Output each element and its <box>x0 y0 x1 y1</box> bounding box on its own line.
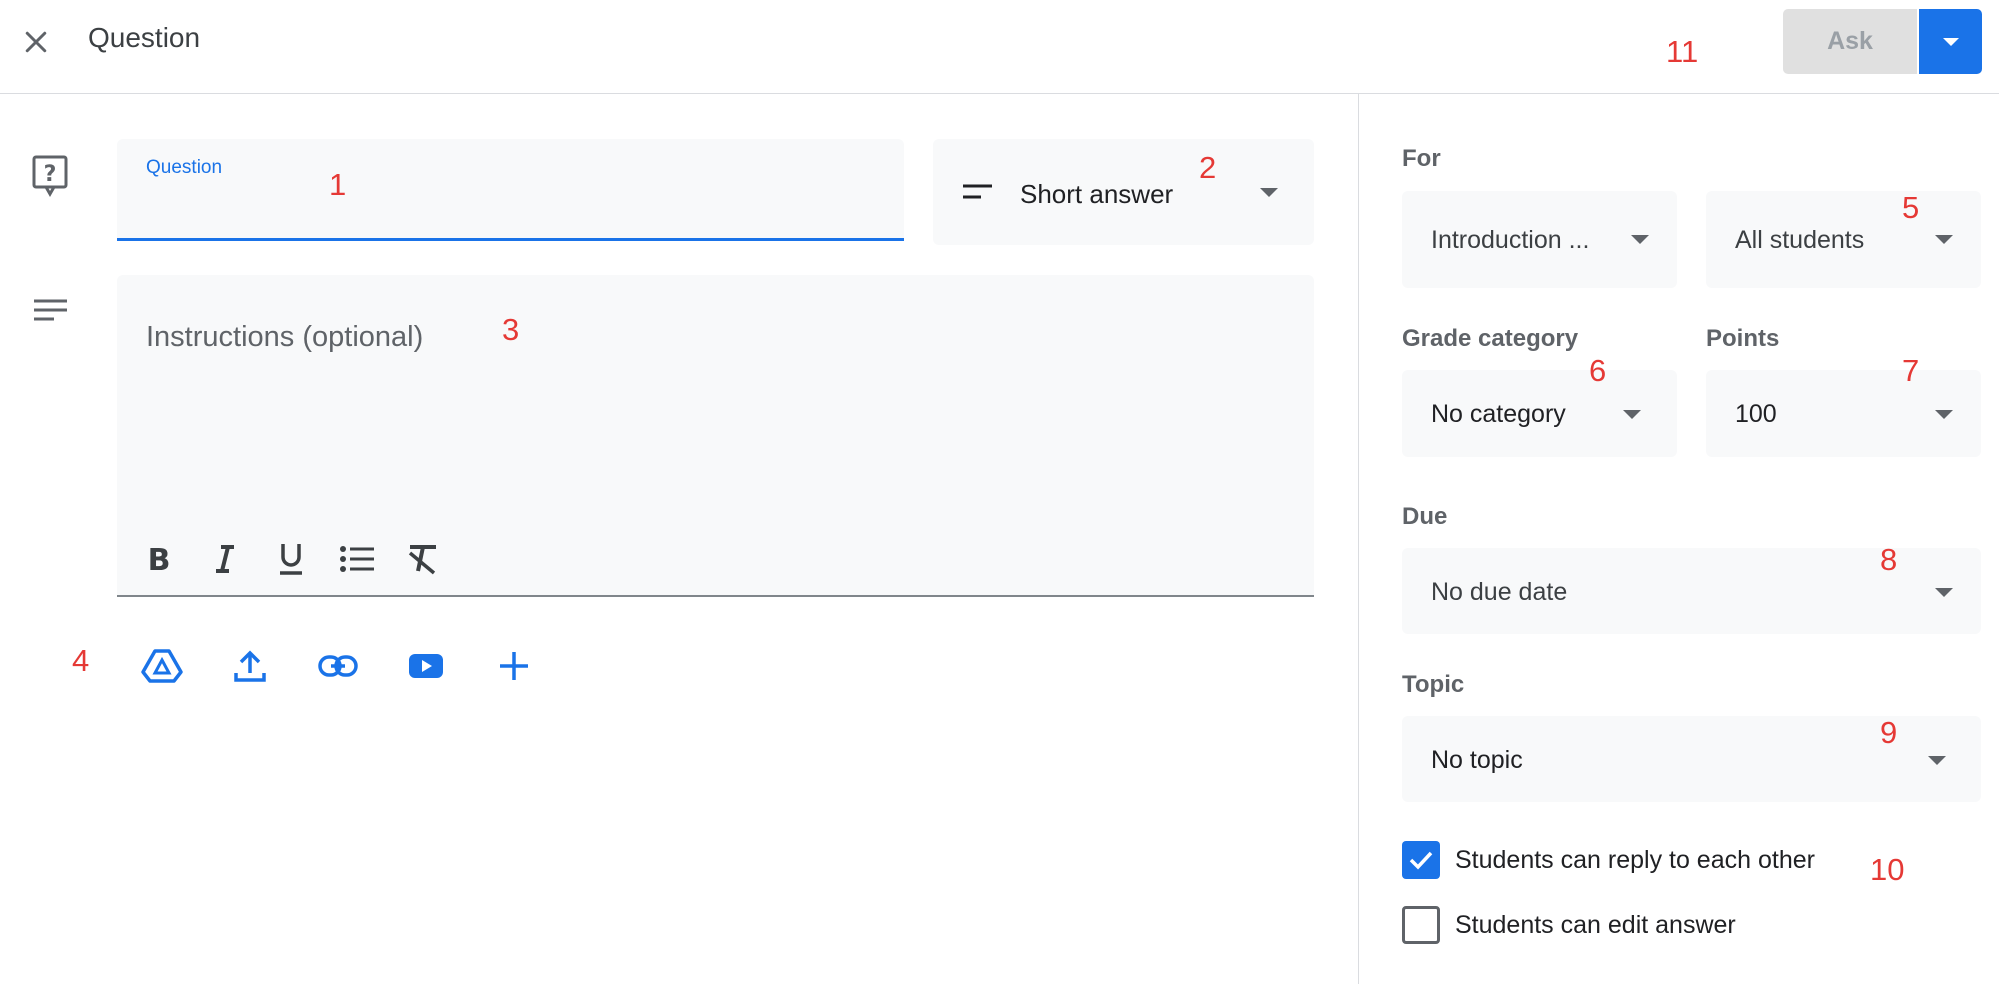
underline-icon <box>280 544 302 575</box>
question-label: Question <box>146 157 223 178</box>
italic-icon <box>216 545 234 573</box>
bold-icon: B <box>148 544 171 574</box>
question-icon: ? <box>32 155 68 198</box>
link-button[interactable] <box>312 640 364 692</box>
attachment-toolbar <box>136 640 540 692</box>
marker-6: 6 <box>1589 353 1607 388</box>
svg-text:?: ? <box>44 162 57 187</box>
grade-category-value: No category <box>1431 400 1566 428</box>
close-button[interactable] <box>14 20 58 64</box>
chevron-down-icon <box>1928 756 1946 765</box>
upload-button[interactable] <box>224 640 276 692</box>
italic-button[interactable] <box>203 537 247 581</box>
marker-1: 1 <box>329 167 347 202</box>
marker-3: 3 <box>502 312 520 347</box>
marker-8: 8 <box>1880 542 1898 577</box>
checkmark-icon <box>1409 851 1433 870</box>
question-type-select[interactable]: Short answer <box>933 139 1314 245</box>
topic-value: No topic <box>1431 746 1523 774</box>
short-answer-icon <box>963 184 992 199</box>
edit-checkbox[interactable] <box>1402 906 1440 944</box>
ask-button[interactable]: Ask <box>1783 9 1917 74</box>
reply-checkbox[interactable] <box>1402 841 1440 879</box>
page-title: Question <box>88 22 201 53</box>
marker-10: 10 <box>1870 852 1905 887</box>
clear-formatting-icon <box>408 545 436 575</box>
chevron-down-icon <box>1623 410 1641 419</box>
chevron-down-icon <box>1935 410 1953 419</box>
for-label: For <box>1402 145 1441 172</box>
due-date-value: No due date <box>1431 578 1568 606</box>
create-button[interactable] <box>488 640 540 692</box>
arrow-drop-down-icon <box>1942 37 1959 46</box>
instructions-field[interactable]: Instructions (optional) B <box>117 275 1314 597</box>
clear-formatting-button[interactable] <box>401 537 445 581</box>
chevron-down-icon <box>1260 188 1278 197</box>
students-select[interactable]: All students <box>1706 191 1981 288</box>
class-select-value: Introduction ... <box>1431 226 1590 254</box>
edit-checkbox-label: Students can edit answer <box>1455 910 1736 939</box>
description-icon <box>34 299 67 321</box>
ask-options-button[interactable] <box>1919 9 1982 74</box>
svg-text:B: B <box>148 544 171 574</box>
chevron-down-icon <box>1631 235 1649 244</box>
instructions-placeholder: Instructions (optional) <box>146 321 424 353</box>
bold-button[interactable]: B <box>137 537 181 581</box>
bulleted-list-icon <box>340 546 374 572</box>
points-label: Points <box>1706 325 1780 352</box>
bulleted-list-button[interactable] <box>335 537 379 581</box>
youtube-icon <box>409 654 443 678</box>
youtube-button[interactable] <box>400 640 452 692</box>
grade-category-label: Grade category <box>1402 325 1579 352</box>
grade-category-select[interactable]: No category <box>1402 370 1677 457</box>
close-icon <box>25 31 47 53</box>
link-icon <box>318 655 358 677</box>
question-field[interactable]: Question <box>117 139 904 241</box>
edit-checkbox-row[interactable]: Students can edit answer <box>1402 906 1736 944</box>
students-select-value: All students <box>1735 226 1865 254</box>
plus-icon <box>500 652 528 680</box>
points-select[interactable]: 100 <box>1706 370 1981 457</box>
due-label: Due <box>1402 503 1448 530</box>
google-drive-icon <box>141 649 183 683</box>
marker-2: 2 <box>1199 150 1217 185</box>
google-drive-button[interactable] <box>136 640 188 692</box>
marker-9: 9 <box>1880 715 1898 750</box>
marker-7: 7 <box>1902 353 1920 388</box>
upload-icon <box>234 650 266 682</box>
formatting-toolbar: B <box>137 537 445 581</box>
marker-5: 5 <box>1902 190 1920 225</box>
marker-4: 4 <box>72 643 90 678</box>
chevron-down-icon <box>1935 588 1953 597</box>
points-value: 100 <box>1735 400 1777 428</box>
class-select[interactable]: Introduction ... <box>1402 191 1677 288</box>
underline-button[interactable] <box>269 537 313 581</box>
top-bar: Question Ask <box>0 0 1999 94</box>
marker-11: 11 <box>1666 34 1699 69</box>
question-type-value: Short answer <box>1020 179 1174 209</box>
ask-button-group: Ask <box>1783 9 1982 74</box>
topic-label: Topic <box>1402 671 1465 698</box>
chevron-down-icon <box>1935 235 1953 244</box>
reply-checkbox-label: Students can reply to each other <box>1455 845 1815 874</box>
reply-checkbox-row[interactable]: Students can reply to each other <box>1402 841 1815 879</box>
